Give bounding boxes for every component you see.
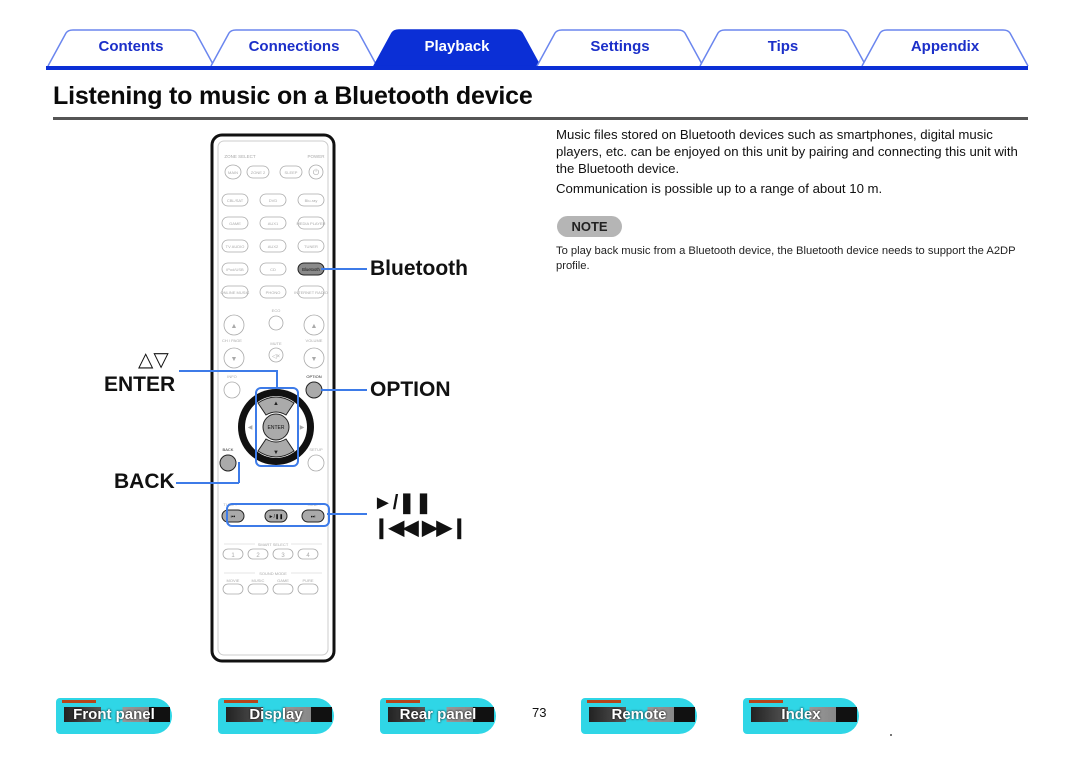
page-number: 73: [532, 705, 547, 720]
transport-callout-line: [327, 513, 367, 515]
power-icon: ⏻: [313, 168, 320, 177]
svg-text:ONLINE MUSIC: ONLINE MUSIC: [221, 290, 250, 295]
svg-text:SMART SELECT: SMART SELECT: [258, 542, 289, 547]
stray-dot: [890, 734, 892, 736]
tab-underline: [46, 66, 1028, 70]
back-callout-line: [176, 482, 239, 484]
bluetooth-button-label: Bluetooth: [302, 267, 320, 272]
svg-text:▼: ▼: [311, 356, 318, 363]
option-label: OPTION: [370, 378, 451, 401]
index-button[interactable]: Index: [739, 696, 863, 736]
svg-text:iPod/USB: iPod/USB: [226, 267, 244, 272]
tab-label: Tips: [767, 38, 799, 55]
note-text: To play back music from a Bluetooth devi…: [556, 245, 1016, 272]
svg-text:INFO: INFO: [227, 374, 237, 379]
svg-text:OPTION: OPTION: [306, 374, 321, 379]
svg-text:TV AUDIO: TV AUDIO: [226, 244, 245, 249]
display-button[interactable]: Display: [214, 696, 338, 736]
paragraph: Music files stored on Bluetooth devices …: [556, 127, 1018, 176]
svg-text:MAIN: MAIN: [228, 170, 238, 175]
transport-highlight: [226, 503, 330, 527]
svg-text:SOUND MODE: SOUND MODE: [259, 571, 287, 576]
svg-text:ECO: ECO: [272, 308, 281, 313]
paragraph: Communication is possible up to a range …: [556, 181, 883, 196]
button-label: Front panel: [73, 706, 155, 723]
info-button: [223, 381, 241, 399]
tab-bar: Contents Connections Playback Settings T…: [46, 29, 1030, 70]
svg-text:▼: ▼: [231, 356, 238, 363]
option-button: [305, 381, 323, 399]
svg-text:SETUP: SETUP: [309, 447, 323, 452]
svg-text:▲: ▲: [231, 323, 238, 330]
title-divider: [53, 117, 1028, 120]
svg-text:◁×: ◁×: [272, 354, 281, 360]
page-title: Listening to music on a Bluetooth device: [53, 82, 533, 110]
rear-panel-button[interactable]: Rear panel: [376, 696, 500, 736]
svg-text:SLEEP: SLEEP: [285, 170, 298, 175]
svg-text:GAME: GAME: [229, 221, 241, 226]
power-label: POWER: [307, 154, 325, 159]
svg-text:CD: CD: [270, 267, 276, 272]
tab-connections[interactable]: Connections: [209, 29, 379, 66]
svg-text:◀: ◀: [248, 425, 253, 431]
svg-text:GAME: GAME: [277, 578, 289, 583]
enter-callout-line: [179, 370, 277, 372]
tab-label: Appendix: [910, 38, 980, 55]
front-panel-button[interactable]: Front panel: [52, 696, 176, 736]
bluetooth-callout-line: [321, 268, 367, 270]
svg-text:MUTE: MUTE: [270, 341, 282, 346]
svg-text:ZONE 2: ZONE 2: [251, 170, 266, 175]
tab-label: Connections: [248, 38, 340, 55]
svg-text:VOLUME: VOLUME: [306, 338, 323, 343]
svg-text:▶: ▶: [300, 425, 305, 431]
up-down-arrows-label: △▽: [138, 349, 169, 371]
svg-text:CBL/SAT: CBL/SAT: [227, 198, 244, 203]
tab-appendix[interactable]: Appendix: [860, 29, 1030, 66]
svg-text:PURE: PURE: [302, 578, 313, 583]
tab-label: Playback: [424, 38, 490, 55]
button-label: Rear panel: [399, 706, 477, 723]
tab-label: Contents: [98, 38, 164, 55]
body-text: Music files stored on Bluetooth devices …: [556, 126, 1026, 200]
tab-settings[interactable]: Settings: [535, 29, 705, 66]
svg-text:Blu-ray: Blu-ray: [305, 198, 318, 203]
zone-select-label: ZONE SELECT: [224, 154, 256, 159]
eco-button: [268, 315, 284, 331]
remote-button[interactable]: Remote: [577, 696, 701, 736]
tab-tips[interactable]: Tips: [698, 29, 868, 66]
svg-text:DVD: DVD: [269, 198, 278, 203]
button-label: Index: [781, 706, 821, 723]
skip-label: ❙◀◀ ▶▶❙: [373, 517, 468, 539]
svg-text:BACK: BACK: [223, 447, 234, 452]
svg-text:AUX1: AUX1: [268, 221, 279, 226]
svg-text:TUNER: TUNER: [304, 244, 318, 249]
svg-text:INTERNET RADIO: INTERNET RADIO: [294, 290, 328, 295]
tab-contents[interactable]: Contents: [46, 29, 216, 66]
button-label: Remote: [611, 706, 667, 723]
svg-text:▲: ▲: [311, 323, 318, 330]
svg-text:PHONO: PHONO: [266, 290, 281, 295]
back-label: BACK: [114, 470, 175, 493]
enter-label: ENTER: [104, 373, 176, 396]
svg-text:MEDIA PLAYER: MEDIA PLAYER: [296, 221, 325, 226]
play-pause-label: ►/❚❚: [373, 492, 432, 514]
bluetooth-label: Bluetooth: [370, 257, 468, 280]
svg-text:AUX2: AUX2: [268, 244, 279, 249]
back-button: [219, 454, 237, 472]
svg-text:CH / PAGE: CH / PAGE: [222, 338, 242, 343]
tab-playback[interactable]: Playback: [372, 29, 542, 66]
setup-button: [307, 454, 325, 472]
svg-text:MUSIC: MUSIC: [252, 578, 265, 583]
button-label: Display: [249, 706, 303, 723]
tab-label: Settings: [590, 38, 650, 55]
svg-text:MOVIE: MOVIE: [227, 578, 240, 583]
dpad-highlight: [255, 387, 299, 467]
note-badge: NOTE: [557, 216, 622, 237]
option-callout-line: [321, 389, 367, 391]
